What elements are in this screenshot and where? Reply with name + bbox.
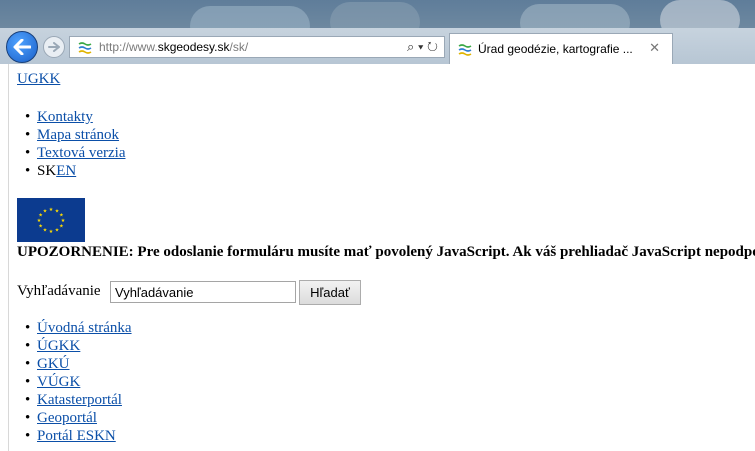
svg-text:★: ★ [43, 209, 48, 215]
list-item: Mapa stránok [17, 126, 125, 144]
search-label: Vyhľadávanie [17, 283, 101, 299]
link-portal-eskn[interactable]: Portál ESKN [37, 428, 116, 444]
top-links-list: Kontakty Mapa stránok Textová verzia SKE… [17, 108, 125, 180]
list-item: VÚGK [17, 373, 132, 391]
link-vugk[interactable]: VÚGK [37, 374, 80, 390]
page-content: UGKK Kontakty Mapa stránok Textová verzi… [0, 64, 755, 451]
svg-text:★: ★ [55, 228, 60, 234]
svg-text:★: ★ [38, 224, 43, 230]
link-textova-verzia[interactable]: Textová verzia [37, 145, 125, 161]
javascript-warning: UPOZORNENIE: Pre odoslanie formuláru mus… [17, 244, 755, 260]
list-item: Katasterportál [17, 391, 132, 409]
svg-text:★: ★ [43, 228, 48, 234]
search-input[interactable] [110, 281, 296, 303]
brand-link[interactable]: UGKK [17, 71, 60, 88]
page-border [8, 64, 9, 451]
list-item: Portál ESKN [17, 427, 132, 445]
link-kontakty[interactable]: Kontakty [37, 109, 93, 125]
site-favicon-icon [78, 42, 92, 54]
list-item: Úvodná stránka [17, 319, 132, 337]
tab-close-icon[interactable]: ✕ [649, 40, 660, 56]
refresh-icon[interactable]: ↻ [427, 39, 438, 54]
browser-chrome: http://www.skgeodesy.sk/sk/ ⌕ ▾ ↻ Úrad g… [0, 0, 755, 64]
link-katasterportal[interactable]: Katasterportál [37, 392, 122, 408]
tab-favicon-icon [458, 44, 472, 56]
address-tools[interactable]: ⌕ ▾ ↻ [407, 39, 438, 55]
eu-flag-icon: ★ ★★ ★★★ ★★★ ★★★ [17, 198, 85, 242]
back-arrow-icon [13, 39, 31, 55]
list-item: Geoportál [17, 409, 132, 427]
search-dropdown-icon[interactable]: ⌕ ▾ [407, 39, 423, 54]
svg-text:★: ★ [59, 224, 64, 230]
lang-link-en[interactable]: EN [56, 163, 76, 179]
svg-text:★: ★ [37, 218, 42, 224]
language-switcher: SKEN [17, 162, 125, 180]
back-button[interactable] [6, 31, 38, 63]
search-button[interactable]: Hľadať [299, 280, 361, 305]
link-gku[interactable]: GKÚ [37, 356, 70, 372]
link-ugkk[interactable]: ÚGKK [37, 338, 80, 354]
address-url[interactable]: http://www.skgeodesy.sk/sk/ [99, 40, 248, 54]
list-item: Textová verzia [17, 144, 125, 162]
browser-tab[interactable]: Úrad geodézie, kartografie ... ✕ [449, 33, 673, 64]
forward-button[interactable] [43, 36, 65, 58]
link-uvodna-stranka[interactable]: Úvodná stránka [37, 320, 132, 336]
list-item: ÚGKK [17, 337, 132, 355]
svg-text:★: ★ [49, 229, 54, 235]
tab-title: Úrad geodézie, kartografie ... [478, 42, 633, 56]
link-geoportal[interactable]: Geoportál [37, 410, 97, 426]
list-item: GKÚ [17, 355, 132, 373]
forward-arrow-icon [48, 42, 60, 52]
lang-current: SK [37, 163, 57, 179]
address-bar[interactable]: http://www.skgeodesy.sk/sk/ ⌕ ▾ ↻ [69, 36, 445, 58]
main-nav-list: Úvodná stránka ÚGKK GKÚ VÚGK Katasterpor… [17, 319, 132, 445]
list-item: Kontakty [17, 108, 125, 126]
new-tab-button[interactable] [675, 33, 705, 64]
svg-text:★: ★ [49, 207, 54, 213]
link-mapa-stranok[interactable]: Mapa stránok [37, 127, 119, 143]
